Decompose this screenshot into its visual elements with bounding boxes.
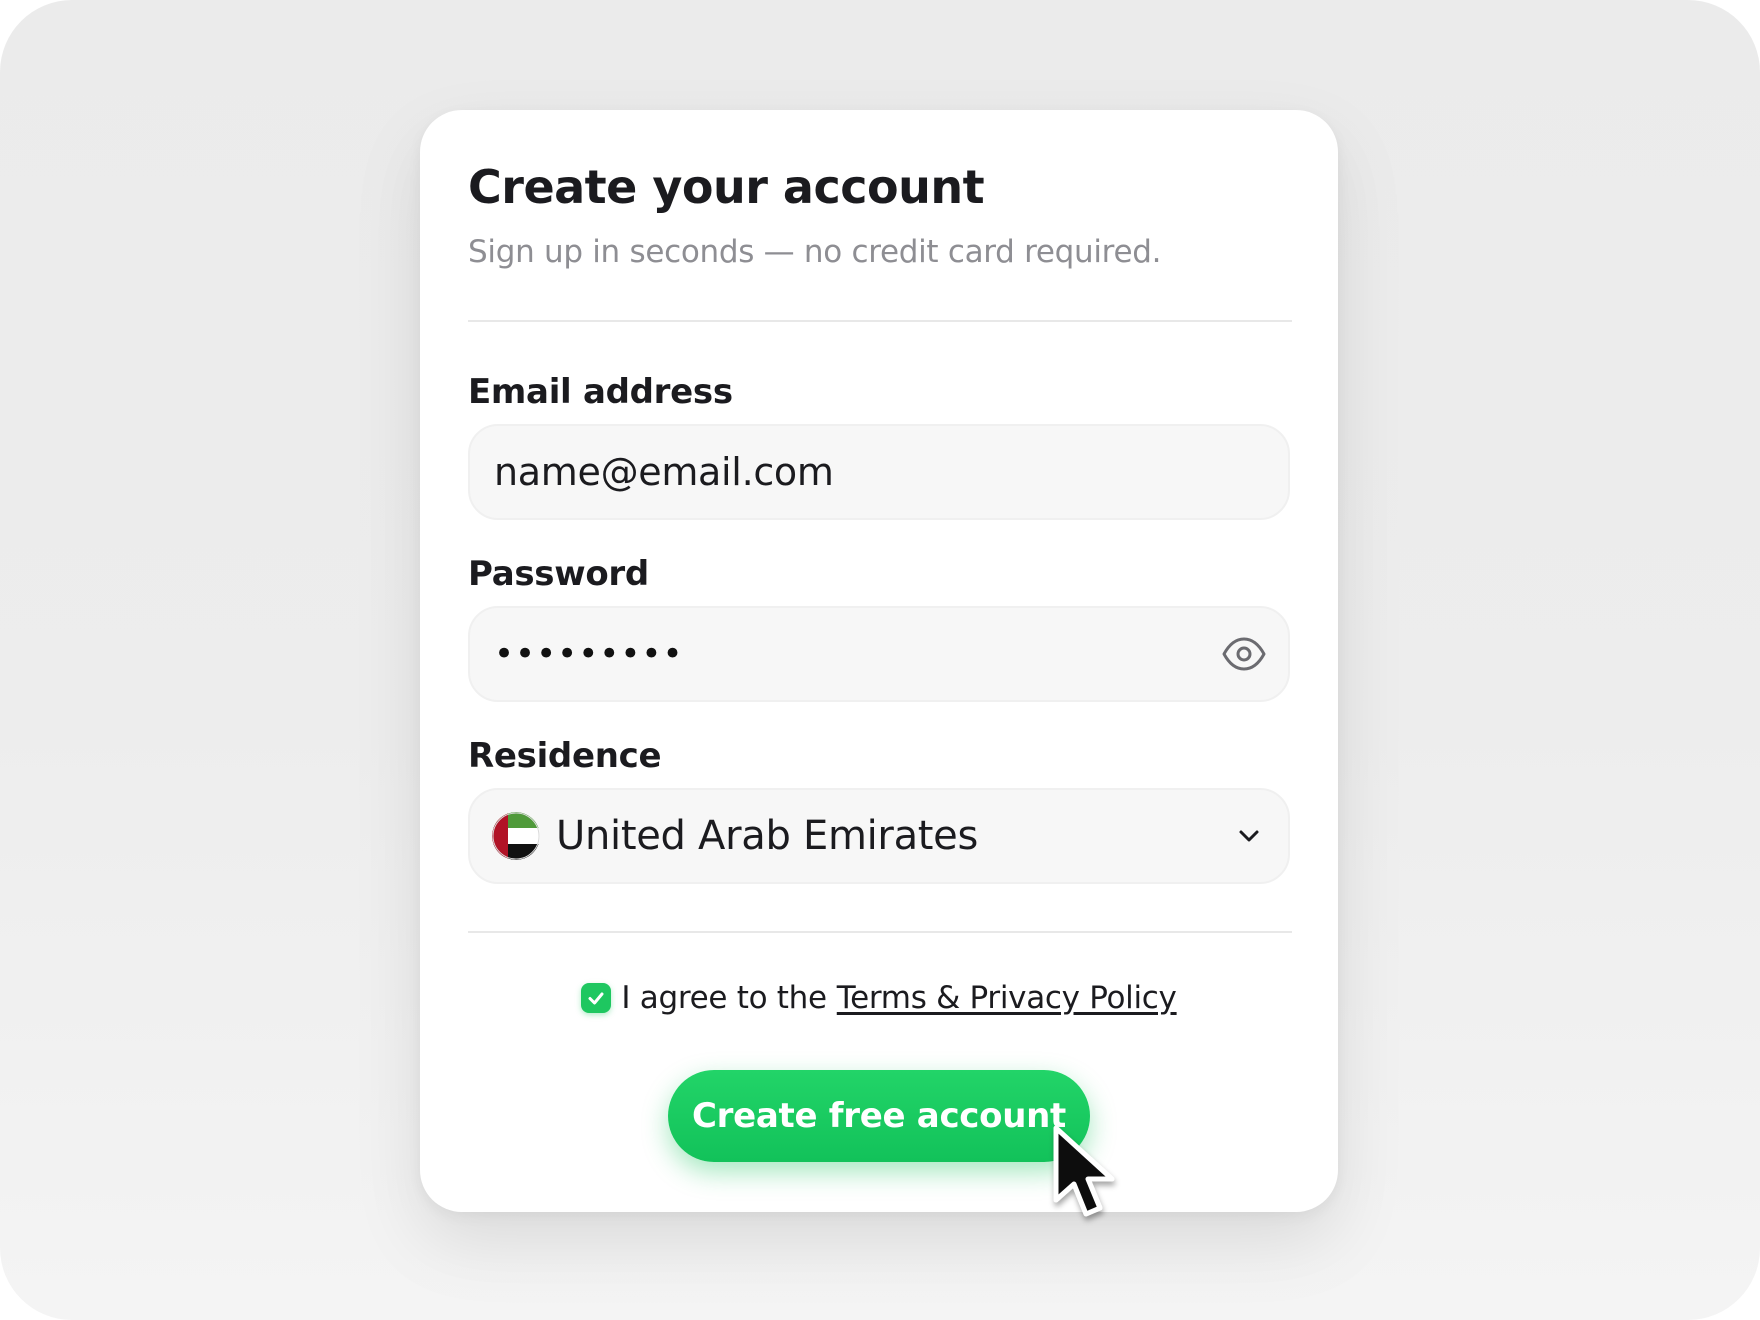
check-icon (588, 992, 604, 1005)
password-value[interactable]: ••••••••• (494, 634, 684, 674)
residence-select[interactable]: United Arab Emirates (468, 788, 1290, 884)
form-title: Create your account (468, 160, 985, 214)
create-account-button[interactable]: Create free account (668, 1070, 1090, 1162)
chevron-down-icon[interactable] (1234, 821, 1264, 851)
email-value[interactable]: name@email.com (494, 450, 834, 494)
signup-card: Create your account Sign up in seconds —… (420, 110, 1338, 1212)
email-label: Email address (468, 372, 733, 412)
terms-prefix: I agree to the (621, 980, 827, 1016)
password-field[interactable]: ••••••••• (468, 606, 1290, 702)
password-label: Password (468, 554, 649, 594)
bottom-divider (468, 931, 1292, 933)
residence-value: United Arab Emirates (556, 813, 979, 859)
residence-label: Residence (468, 736, 662, 776)
form-subtitle: Sign up in seconds — no credit card requ… (468, 234, 1162, 270)
eye-icon[interactable] (1220, 630, 1268, 678)
terms-checkbox[interactable] (581, 983, 612, 1013)
top-divider (468, 320, 1292, 322)
terms-link[interactable]: Terms & Privacy Policy (837, 980, 1177, 1016)
uae-flag-icon (492, 812, 540, 860)
mouse-pointer-icon (1053, 1125, 1115, 1217)
email-field[interactable]: name@email.com (468, 424, 1290, 520)
terms-row: I agree to the Terms & Privacy Policy (420, 980, 1338, 1016)
